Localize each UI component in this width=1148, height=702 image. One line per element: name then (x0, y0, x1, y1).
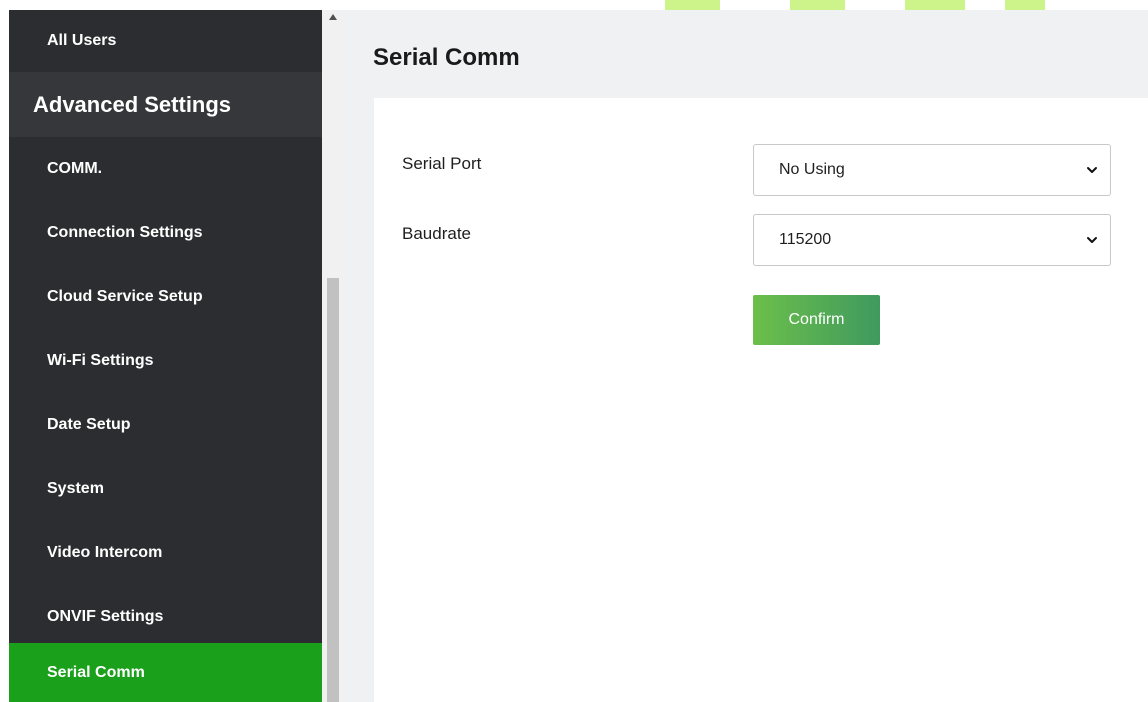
sidebar-item-label: COMM. (47, 160, 103, 177)
sidebar-item-label: Video Intercom (47, 544, 163, 561)
sidebar-item-label: Date Setup (47, 416, 131, 433)
chevron-down-icon (1087, 237, 1097, 243)
serial-port-label: Serial Port (402, 154, 482, 173)
sidebar-item-label: All Users (47, 32, 117, 49)
settings-panel: Serial Port No Using Baudrate 115200 Con… (374, 98, 1148, 702)
sidebar-item-all-users[interactable]: All Users (9, 10, 322, 72)
confirm-button[interactable]: Confirm (753, 295, 880, 345)
chevron-down-icon (1087, 167, 1097, 173)
main-content: Serial Comm Serial Port No Using Baudrat… (343, 10, 1148, 702)
serial-port-select[interactable]: No Using (753, 144, 1111, 196)
page-title: Serial Comm (373, 44, 520, 71)
watermark-fragment (1005, 0, 1045, 10)
baudrate-label: Baudrate (402, 224, 471, 243)
baudrate-value: 115200 (779, 231, 832, 248)
sidebar-item-label: ONVIF Settings (47, 608, 164, 625)
app-root: All Users Advanced Settings COMM. Connec… (0, 0, 1148, 702)
scroll-up-button[interactable] (322, 10, 343, 32)
watermark-fragment (905, 0, 965, 10)
sidebar-item-label: System (47, 480, 104, 497)
sidebar-item-label: Connection Settings (47, 224, 203, 241)
sidebar-group-advanced-settings[interactable]: Advanced Settings (9, 72, 322, 137)
sidebar-item-comm[interactable]: COMM. (9, 137, 322, 201)
sidebar-item-cloud-service-setup[interactable]: Cloud Service Setup (9, 265, 322, 329)
watermark-fragment (790, 0, 845, 10)
scrollbar-thumb[interactable] (327, 278, 339, 702)
sidebar-item-serial-comm[interactable]: Serial Comm (9, 643, 322, 702)
watermark-fragment (665, 0, 720, 10)
sidebar-item-connection-settings[interactable]: Connection Settings (9, 201, 322, 265)
sidebar-group-label: Advanced Settings (33, 91, 232, 117)
sidebar-item-system[interactable]: System (9, 457, 322, 521)
sidebar-item-label: Wi-Fi Settings (47, 352, 154, 369)
sidebar-item-label: Serial Comm (47, 663, 145, 681)
sidebar-item-video-intercom[interactable]: Video Intercom (9, 521, 322, 585)
sidebar-item-onvif-settings[interactable]: ONVIF Settings (9, 585, 322, 649)
sidebar-scrollbar[interactable] (322, 10, 343, 702)
sidebar-item-wifi-settings[interactable]: Wi-Fi Settings (9, 329, 322, 393)
serial-port-value: No Using (779, 161, 845, 178)
sidebar: All Users Advanced Settings COMM. Connec… (9, 10, 322, 702)
sidebar-item-date-setup[interactable]: Date Setup (9, 393, 322, 457)
baudrate-select[interactable]: 115200 (753, 214, 1111, 266)
triangle-up-icon (328, 14, 337, 20)
sidebar-item-label: Cloud Service Setup (47, 288, 203, 305)
